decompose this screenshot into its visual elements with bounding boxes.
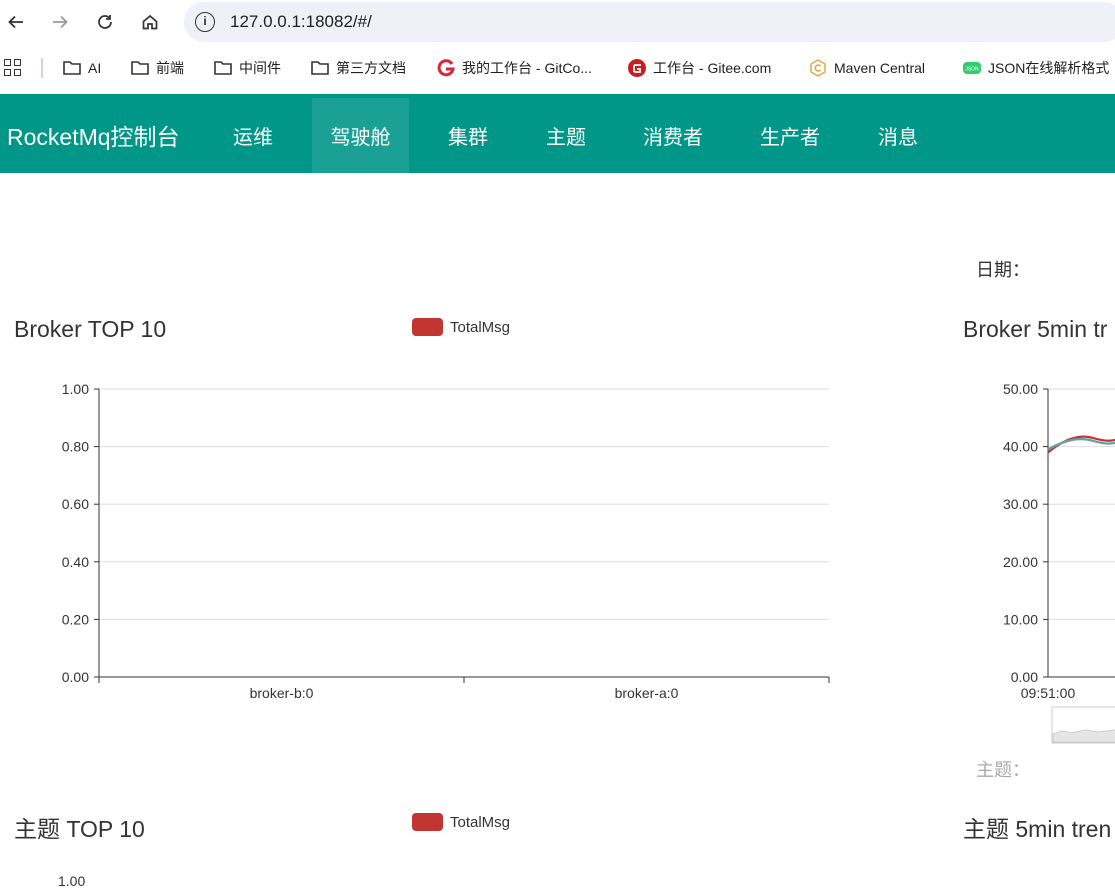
nav-dashboard[interactable]: 驾驶舱: [312, 98, 409, 173]
bookmark-label: 中间件: [239, 60, 281, 76]
date-label: 日期：: [976, 260, 1030, 280]
gitee-icon: [628, 59, 646, 77]
nav-ops[interactable]: 运维: [213, 98, 293, 173]
nav-consumer[interactable]: 消费者: [627, 98, 719, 173]
back-icon[interactable]: [2, 8, 30, 36]
bookmark-ai[interactable]: AI: [63, 58, 101, 78]
y-tick-label: 20.00: [1003, 554, 1038, 570]
reload-icon[interactable]: [91, 8, 119, 36]
legend-label: TotalMsg: [450, 318, 511, 336]
apps-grid-icon[interactable]: [4, 59, 22, 77]
app-brand[interactable]: RocketMq控制台: [7, 118, 180, 152]
bookmark-maven[interactable]: Maven Central: [809, 58, 925, 78]
folder-icon: [311, 59, 329, 77]
x-tick-label: broker-a:0: [615, 685, 679, 701]
broker-trend-title: Broker 5min tr: [963, 316, 1108, 342]
y-tick-label: 40.00: [1003, 439, 1038, 455]
bookmark-thirdparty-docs[interactable]: 第三方文档: [311, 58, 406, 78]
bookmark-label: AI: [88, 60, 102, 76]
topic-trend-title: 主题 5min tren: [963, 816, 1112, 842]
address-bar[interactable]: i 127.0.0.1:18082/#/: [184, 2, 1115, 42]
y-tick-label: 0.00: [1011, 669, 1038, 685]
y-tick-label: 0.40: [62, 554, 89, 570]
bookmark-label: 我的工作台 - GitCo...: [462, 60, 592, 76]
nav-message[interactable]: 消息: [858, 98, 938, 173]
y-tick-label: 10.00: [1003, 611, 1038, 627]
gitcode-icon: [437, 59, 455, 77]
svg-text:JSON: JSON: [965, 67, 979, 73]
bookmark-label: Maven Central: [834, 60, 926, 76]
topic-top-title: 主题 TOP 10: [14, 816, 145, 842]
app-navbar: RocketMq控制台 运维 驾驶舱 集群 主题 消费者 生产者 消息: [0, 94, 1115, 173]
broker-top-legend[interactable]: TotalMsg: [412, 318, 510, 336]
y-tick-label: 30.00: [1003, 496, 1038, 512]
url-text[interactable]: 127.0.0.1:18082/#/: [230, 12, 372, 32]
bookmark-label: 前端: [156, 60, 184, 76]
folder-icon: [131, 59, 149, 77]
bookmark-label: 第三方文档: [336, 60, 406, 76]
y-tick-label: 1.00: [62, 381, 89, 397]
bookmark-gitcode[interactable]: 我的工作台 - GitCo...: [437, 58, 592, 78]
browser-toolbar: i 127.0.0.1:18082/#/: [0, 0, 1115, 44]
bookmark-json[interactable]: JSON JSON在线解析格式: [963, 58, 1109, 78]
y-tick-label: 0.00: [62, 669, 89, 685]
nav-cluster[interactable]: 集群: [428, 98, 508, 173]
x-tick-label: 09:51:00: [1021, 685, 1076, 701]
bookmark-frontend[interactable]: 前端: [131, 58, 184, 78]
bookmarks-bar: AI 前端 中间件 第三方文档 我的工作台 - GitCo... 工作台 - G…: [0, 44, 1115, 92]
legend-swatch: [412, 318, 443, 336]
topic-top-legend[interactable]: TotalMsg: [412, 813, 510, 831]
broker-trend-chart: 0.00 10.00 20.00 30.00 40.00 50.00 09:51:00: [1003, 381, 1115, 744]
site-info-icon[interactable]: i: [195, 12, 215, 32]
broker-top-chart: 0.00 0.20 0.40 0.60 0.80 1.00 broker-b:0 broker…: [62, 381, 830, 701]
json-icon: JSON: [963, 59, 981, 77]
datazoom-preview: [1052, 729, 1115, 743]
folder-icon: [63, 59, 81, 77]
y-tick-label: 50.00: [1003, 381, 1038, 397]
bookmark-middleware[interactable]: 中间件: [214, 58, 281, 78]
forward-icon[interactable]: [46, 8, 74, 36]
topic-label: 主题：: [976, 760, 1030, 780]
home-icon[interactable]: [136, 8, 164, 36]
broker-top-title: Broker TOP 10: [14, 316, 167, 342]
x-tick-label: broker-b:0: [250, 685, 314, 701]
folder-icon: [214, 59, 232, 77]
legend-swatch: [412, 813, 443, 831]
topic-top-y-tick: 1.00: [58, 873, 86, 889]
legend-label: TotalMsg: [450, 813, 511, 831]
bookmark-label: JSON在线解析格式: [988, 60, 1110, 76]
maven-icon: [809, 59, 827, 77]
y-tick-label: 0.80: [62, 439, 89, 455]
nav-topic[interactable]: 主题: [526, 98, 606, 173]
y-tick-label: 0.20: [62, 611, 89, 627]
y-tick-label: 0.60: [62, 496, 89, 512]
bookmark-separator: [41, 58, 43, 78]
bookmark-label: 工作台 - Gitee.com: [653, 60, 772, 76]
bookmark-gitee[interactable]: 工作台 - Gitee.com: [628, 58, 771, 78]
nav-producer[interactable]: 生产者: [744, 98, 836, 173]
